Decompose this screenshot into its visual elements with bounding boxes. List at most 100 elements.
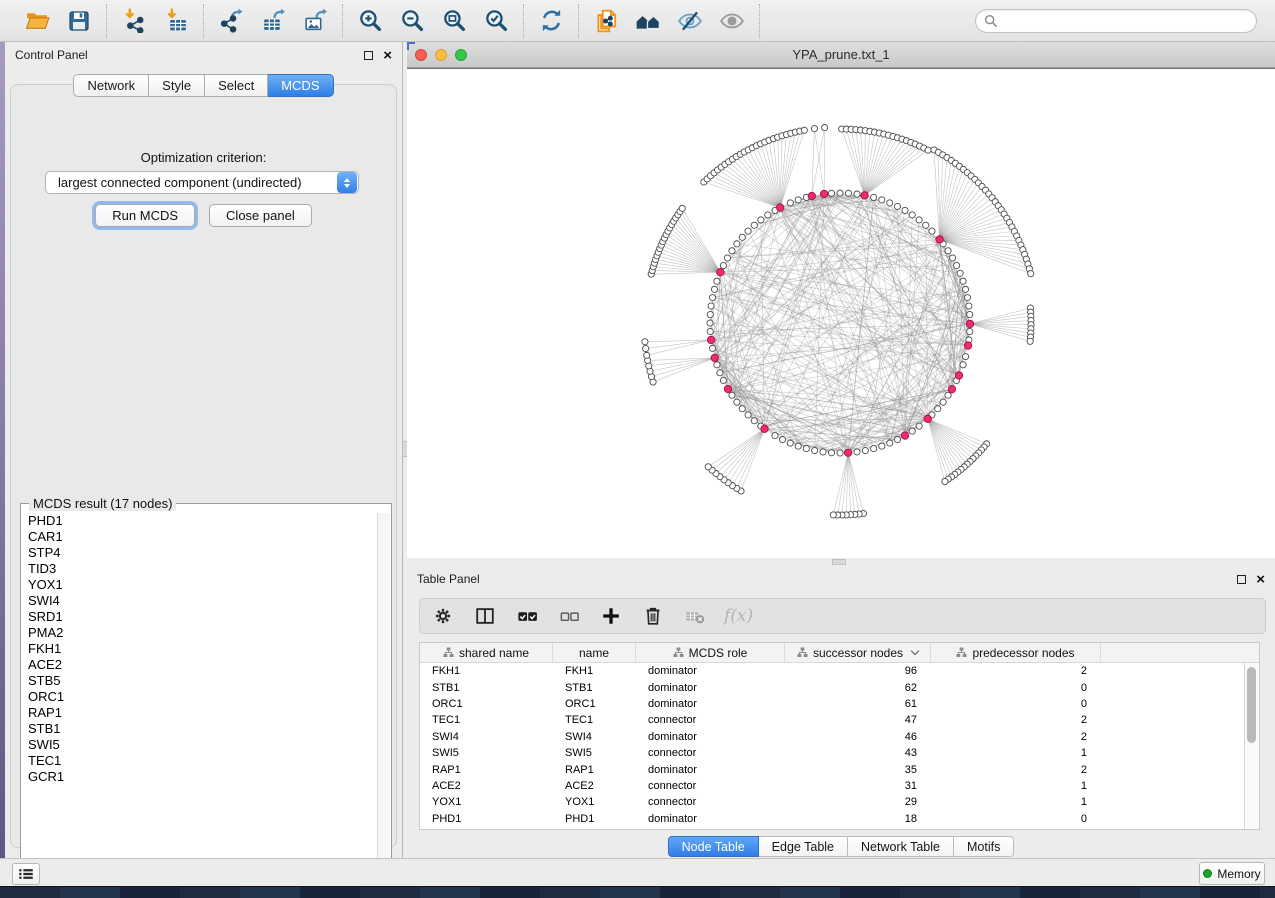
mcds-result-item[interactable]: TID3	[28, 561, 378, 577]
table-cell[interactable]: ACE2	[420, 780, 553, 792]
table-cell[interactable]: 0	[931, 682, 1101, 694]
table-cell[interactable]: connector	[636, 796, 785, 808]
table-cell[interactable]: SWI5	[553, 747, 636, 759]
table-cell[interactable]: 31	[785, 780, 931, 792]
table-cell[interactable]: PHD1	[553, 813, 636, 825]
table-cell[interactable]: TEC1	[420, 714, 553, 726]
table-cell[interactable]: YOX1	[420, 796, 553, 808]
table-cell[interactable]: 35	[785, 764, 931, 776]
table-cell[interactable]: dominator	[636, 813, 785, 825]
tab-mcds[interactable]: MCDS	[268, 74, 333, 97]
table-cell[interactable]: YOX1	[553, 796, 636, 808]
task-history-button[interactable]	[12, 863, 40, 885]
table-row[interactable]: SWI4SWI4dominator462	[420, 729, 1259, 745]
table-cell[interactable]: 61	[785, 698, 931, 710]
float-panel-icon[interactable]	[364, 51, 373, 60]
share-network-document-icon[interactable]	[589, 6, 623, 36]
hide-graphics-details-icon[interactable]	[673, 6, 707, 36]
mcds-list-scrollbar[interactable]	[377, 513, 390, 874]
table-cell[interactable]: dominator	[636, 731, 785, 743]
column-header-successor-nodes[interactable]: successor nodes	[785, 643, 931, 662]
float-table-panel-icon[interactable]	[1237, 575, 1246, 584]
tab-edge-table[interactable]: Edge Table	[759, 836, 848, 857]
table-cell[interactable]: 96	[785, 665, 931, 677]
tab-network-table[interactable]: Network Table	[848, 836, 954, 857]
table-cell[interactable]: connector	[636, 747, 785, 759]
table-cell[interactable]: 1	[931, 747, 1101, 759]
table-row[interactable]: ORC1ORC1dominator610	[420, 696, 1259, 712]
mcds-result-item[interactable]: GCR1	[28, 769, 378, 785]
table-cell[interactable]: 2	[931, 665, 1101, 677]
export-image-icon[interactable]	[298, 6, 332, 36]
save-session-icon[interactable]	[62, 6, 96, 36]
table-cell[interactable]: dominator	[636, 698, 785, 710]
mcds-result-item[interactable]: PHD1	[28, 513, 378, 529]
table-cell[interactable]: connector	[636, 714, 785, 726]
open-file-icon[interactable]	[20, 6, 54, 36]
delete-columns-icon[interactable]	[640, 603, 666, 629]
mcds-result-item[interactable]: CAR1	[28, 529, 378, 545]
table-cell[interactable]: TEC1	[553, 714, 636, 726]
close-panel-icon[interactable]: ×	[383, 51, 392, 60]
table-cell[interactable]: dominator	[636, 764, 785, 776]
table-cell[interactable]: ORC1	[420, 698, 553, 710]
mcds-result-item[interactable]: ACE2	[28, 657, 378, 673]
table-cell[interactable]: ACE2	[553, 780, 636, 792]
table-cell[interactable]: STB1	[553, 682, 636, 694]
settings-gear-icon[interactable]	[430, 603, 456, 629]
search-input[interactable]	[998, 14, 1248, 28]
table-cell[interactable]: ORC1	[553, 698, 636, 710]
import-network-icon[interactable]	[117, 6, 151, 36]
deselect-all-rows-icon[interactable]	[556, 603, 582, 629]
table-row[interactable]: STB1STB1dominator620	[420, 679, 1259, 695]
horizontal-splitter[interactable]	[407, 558, 1275, 566]
run-mcds-button[interactable]: Run MCDS	[95, 204, 195, 227]
table-cell[interactable]: 2	[931, 714, 1101, 726]
toggle-panel-split-icon[interactable]	[472, 603, 498, 629]
mcds-result-item[interactable]: TEC1	[28, 753, 378, 769]
horizontal-splitter-grip[interactable]	[832, 559, 846, 565]
mcds-result-item[interactable]: PMA2	[28, 625, 378, 641]
mcds-result-item[interactable]: SWI4	[28, 593, 378, 609]
mcds-result-item[interactable]: SWI5	[28, 737, 378, 753]
table-cell[interactable]: connector	[636, 780, 785, 792]
table-cell[interactable]: 0	[931, 813, 1101, 825]
mcds-result-item[interactable]: RAP1	[28, 705, 378, 721]
mcds-result-item[interactable]: STP4	[28, 545, 378, 561]
add-column-icon[interactable]	[598, 603, 624, 629]
select-all-rows-icon[interactable]	[514, 603, 540, 629]
table-cell[interactable]: 2	[931, 731, 1101, 743]
zoom-selected-icon[interactable]	[479, 6, 513, 36]
table-scrollbar[interactable]	[1244, 663, 1258, 829]
table-row[interactable]: RAP1RAP1dominator352	[420, 761, 1259, 777]
search-box[interactable]	[975, 9, 1257, 33]
tab-select[interactable]: Select	[205, 74, 268, 97]
table-cell[interactable]: 18	[785, 813, 931, 825]
table-row[interactable]: FKH1FKH1dominator962	[420, 663, 1259, 679]
refresh-icon[interactable]	[534, 6, 568, 36]
table-row[interactable]: TEC1TEC1connector472	[420, 712, 1259, 728]
mcds-result-item[interactable]: FKH1	[28, 641, 378, 657]
column-header-predecessor-nodes[interactable]: predecessor nodes	[931, 643, 1101, 662]
criterion-select[interactable]: largest connected component (undirected)	[45, 171, 359, 194]
table-cell[interactable]: SWI5	[420, 747, 553, 759]
import-table-icon[interactable]	[159, 6, 193, 36]
table-cell[interactable]: 29	[785, 796, 931, 808]
mcds-result-list[interactable]: PHD1CAR1STP4TID3YOX1SWI4SRD1PMA2FKH1ACE2…	[22, 513, 378, 874]
export-network-icon[interactable]	[214, 6, 248, 36]
table-scrollbar-thumb[interactable]	[1247, 667, 1256, 743]
mcds-result-item[interactable]: STB5	[28, 673, 378, 689]
column-header-shared-name[interactable]: shared name	[420, 643, 553, 662]
mcds-result-item[interactable]: STB1	[28, 721, 378, 737]
tab-network[interactable]: Network	[73, 74, 149, 97]
column-header-mcds-role[interactable]: MCDS role	[636, 643, 785, 662]
table-cell[interactable]: 0	[931, 698, 1101, 710]
network-view-titlebar[interactable]: YPA_prune.txt_1	[407, 42, 1275, 68]
table-row[interactable]: SWI5SWI5connector431	[420, 745, 1259, 761]
table-cell[interactable]: SWI4	[553, 731, 636, 743]
zoom-out-icon[interactable]	[395, 6, 429, 36]
zoom-in-icon[interactable]	[353, 6, 387, 36]
zoom-fit-icon[interactable]	[437, 6, 471, 36]
table-cell[interactable]: 62	[785, 682, 931, 694]
table-row[interactable]: YOX1YOX1connector291	[420, 794, 1259, 810]
